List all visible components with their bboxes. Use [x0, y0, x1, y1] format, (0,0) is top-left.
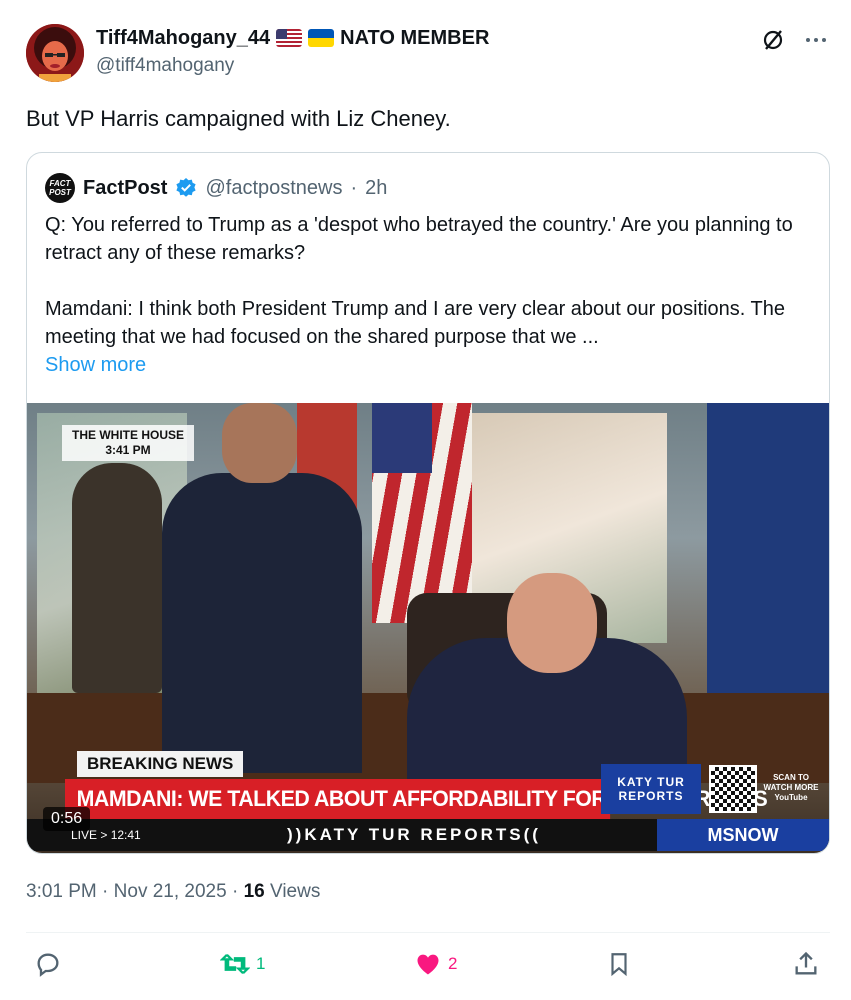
- video-scene-person-left-head: [222, 403, 297, 483]
- qr-code: [709, 765, 757, 813]
- quoted-paragraph-question: Q: You referred to Trump as a 'despot wh…: [45, 214, 793, 264]
- meta-separator: ·: [102, 881, 109, 902]
- post-top-actions: [761, 28, 827, 52]
- views-count: 16: [243, 881, 265, 902]
- ticker-show-name: ))KATY TUR REPORTS((: [287, 825, 541, 844]
- video-scene-us-flag: [372, 403, 472, 623]
- location-badge-time: 3:41 PM: [105, 443, 151, 457]
- scan-text: SCAN TO WATCH MORE: [763, 773, 819, 792]
- post-meta: 3:01 PM · Nov 21, 2025 · 16 Views: [26, 878, 320, 906]
- location-badge: THE WHITE HOUSE 3:41 PM: [62, 425, 195, 461]
- verified-badge-icon: [176, 178, 197, 197]
- show-more-link[interactable]: Show more: [45, 351, 146, 379]
- network-logo: MSNOW: [657, 819, 829, 851]
- quoted-paragraph-answer: Mamdani: I think both President Trump an…: [45, 298, 786, 348]
- share-button[interactable]: [792, 950, 820, 978]
- heart-icon: [417, 954, 439, 975]
- show-name-line2: REPORTS: [618, 789, 684, 803]
- avatar[interactable]: [26, 24, 84, 82]
- repost-count: 1: [256, 954, 266, 973]
- location-badge-place: THE WHITE HOUSE: [72, 428, 185, 442]
- bookmark-icon: [611, 953, 627, 977]
- author-member-label: NATO MEMBER: [340, 27, 490, 49]
- reply-icon: [37, 953, 59, 977]
- scan-sub: YouTube: [774, 793, 808, 802]
- quoted-post-body: Q: You referred to Trump as a 'despot wh…: [45, 211, 815, 379]
- author-display-name[interactable]: Tiff4Mahogany_44: [96, 24, 270, 52]
- video-scene-person-left: [162, 473, 362, 773]
- post-actions: 1 2: [30, 950, 830, 982]
- post-date[interactable]: Nov 21, 2025: [114, 881, 227, 902]
- video-scene-navy-flag: [707, 403, 829, 723]
- video-player[interactable]: THE WHITE HOUSE 3:41 PM BREAKING NEWS MA…: [27, 403, 829, 853]
- repost-icon: [220, 953, 250, 975]
- news-headline-bar: MAMDANI: WE TALKED ABOUT AFFORDABILITY F…: [65, 779, 768, 819]
- us-flag-icon: [276, 29, 303, 47]
- more-options-icon[interactable]: [805, 29, 827, 51]
- quoted-author-handle[interactable]: @factpostnews: [205, 174, 342, 202]
- ukraine-flag-icon: [308, 29, 335, 47]
- scan-to-watch: SCAN TO WATCH MORE YouTube: [761, 773, 821, 803]
- quoted-post-time[interactable]: 2h: [365, 174, 387, 202]
- video-scene-statue: [72, 463, 162, 693]
- breaking-news-label: BREAKING NEWS: [77, 751, 244, 777]
- like-count: 2: [448, 954, 458, 973]
- quoted-post[interactable]: FACT POST FactPost @factpostnews · 2h Q:…: [26, 152, 830, 854]
- author-handle[interactable]: @tiff4mahogany: [96, 52, 489, 80]
- video-scene-person-right-head: [507, 573, 597, 673]
- reply-button[interactable]: [34, 950, 68, 978]
- author-info: Tiff4Mahogany_44 NATO MEMBER @tiff4mahog…: [96, 24, 489, 80]
- divider: [26, 932, 830, 933]
- post-text: But VP Harris campaigned with Liz Cheney…: [26, 106, 451, 131]
- share-icon: [795, 951, 817, 975]
- quoted-post-header: FACT POST FactPost @factpostnews · 2h: [45, 173, 387, 203]
- video-duration: 0:56: [43, 807, 91, 831]
- repost-button[interactable]: 1: [220, 950, 265, 978]
- factpost-logo: FACT POST: [45, 173, 75, 203]
- views-label: Views: [270, 881, 321, 902]
- news-ticker: LIVE > 12:41 ))KATY TUR REPORTS(( MSNOW: [27, 819, 829, 851]
- quoted-author-name[interactable]: FactPost: [83, 174, 167, 202]
- separator-dot: ·: [350, 177, 358, 199]
- grok-icon[interactable]: [761, 28, 785, 52]
- post-time[interactable]: 3:01 PM: [26, 881, 97, 902]
- show-name-box: KATY TUR REPORTS: [601, 764, 701, 814]
- meta-separator: ·: [231, 881, 239, 902]
- bookmark-button[interactable]: [606, 950, 632, 978]
- like-button[interactable]: 2: [414, 950, 457, 978]
- show-name-line1: KATY TUR: [617, 775, 685, 789]
